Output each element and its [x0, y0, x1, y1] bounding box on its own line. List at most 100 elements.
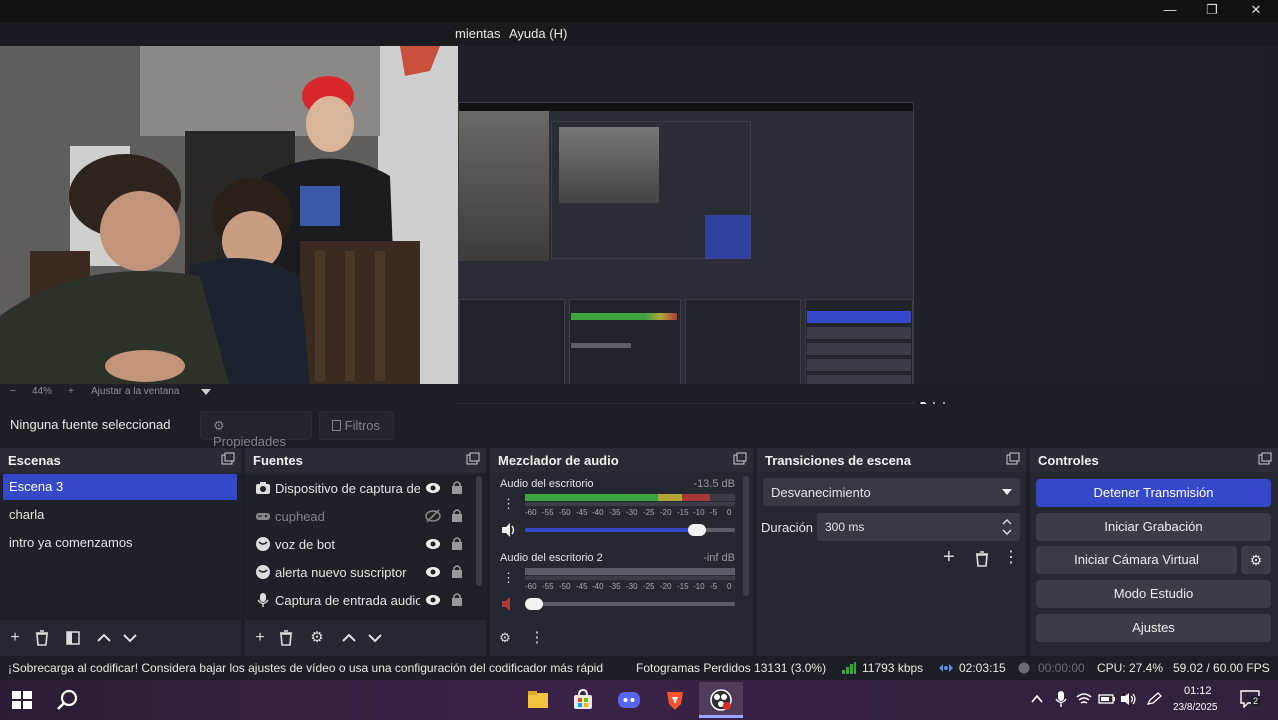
studio-mode-button[interactable]: Modo Estudio — [1036, 580, 1271, 608]
move-up-icon[interactable] — [340, 629, 358, 647]
visibility-eye-icon[interactable] — [425, 565, 441, 579]
menu-item-tools[interactable]: mientas — [455, 26, 501, 41]
db-scale-tick: 0 — [727, 508, 732, 517]
volume-icon[interactable] — [1120, 692, 1138, 706]
volume-slider[interactable] — [525, 524, 735, 536]
scenes-dock: Escenas Escena 3 charla intro ya comenza… — [0, 448, 241, 656]
filters-button[interactable]: Filtros — [319, 411, 394, 440]
preview-canvas[interactable] — [0, 46, 1258, 423]
volume-knob[interactable] — [688, 524, 706, 536]
settings-button[interactable]: Ajustes — [1036, 614, 1271, 642]
mixer-menu-icon[interactable]: ⋮ — [528, 629, 546, 647]
channel-menu-icon[interactable]: ⋮ — [502, 496, 515, 512]
move-up-icon[interactable] — [95, 629, 113, 647]
menu-item-help[interactable]: Ayuda (H) — [509, 26, 567, 41]
volume-knob[interactable] — [525, 598, 543, 610]
source-row[interactable]: Captura de entrada audio — [247, 586, 472, 614]
trash-icon[interactable] — [277, 629, 295, 647]
start-virtual-camera-button[interactable]: Iniciar Cámara Virtual — [1036, 546, 1237, 574]
chevron-down-icon[interactable] — [201, 389, 211, 396]
channel-menu-icon[interactable]: ⋮ — [502, 570, 515, 586]
clock-date[interactable]: 23/8/2025 — [1173, 702, 1218, 713]
microphone-icon — [257, 593, 269, 607]
minimize-button[interactable]: — — [1148, 0, 1192, 22]
filter-panel-icon[interactable] — [64, 629, 82, 647]
windows-start-icon[interactable] — [10, 688, 34, 712]
search-icon[interactable] — [56, 688, 80, 712]
dock-undock-icon[interactable] — [1258, 452, 1272, 466]
chevron-down-icon — [1002, 489, 1012, 495]
spin-arrows-icon[interactable] — [1002, 517, 1012, 537]
scenes-list: Escena 3 charla intro ya comenzamos — [0, 474, 241, 620]
duration-spinbox[interactable]: 300 ms — [817, 513, 1020, 541]
virtual-camera-gear-icon[interactable]: ⚙ — [1241, 546, 1271, 574]
clock-time[interactable]: 01:12 — [1184, 685, 1212, 697]
microphone-icon[interactable] — [1054, 690, 1068, 708]
store-icon[interactable] — [571, 688, 595, 712]
db-scale-tick: -10 — [693, 508, 705, 517]
scrollbar[interactable] — [476, 476, 482, 586]
encoder-warning: ¡Sobrecarga al codificar! Considera baja… — [8, 661, 604, 675]
add-scene-icon[interactable]: + — [6, 629, 24, 647]
filters-icon — [332, 420, 341, 431]
transition-menu-icon[interactable]: ⋮ — [1003, 547, 1019, 567]
lock-icon[interactable] — [451, 508, 463, 523]
dock-undock-icon[interactable] — [221, 452, 235, 466]
source-row[interactable]: alerta nuevo suscriptor — [247, 558, 472, 586]
notification-center[interactable]: 2 — [1240, 690, 1261, 709]
zoom-out-button[interactable]: − — [10, 386, 16, 397]
lock-icon[interactable] — [451, 564, 463, 579]
move-down-icon[interactable] — [366, 629, 384, 647]
brave-browser-icon[interactable] — [663, 688, 687, 712]
stop-streaming-button[interactable]: Detener Transmisión — [1036, 479, 1271, 507]
source-toolbar: Ninguna fuente seleccionad ⚙ Propiedades… — [0, 404, 1278, 449]
db-scale-tick: -40 — [592, 508, 604, 517]
move-down-icon[interactable] — [121, 629, 139, 647]
trash-icon[interactable] — [33, 629, 51, 647]
zoom-in-button[interactable]: + — [68, 386, 74, 397]
db-scale-tick: -5 — [710, 582, 718, 591]
source-properties-gear-icon[interactable]: ⚙ — [308, 629, 326, 647]
scene-item[interactable]: Escena 3 — [3, 474, 237, 500]
scene-item[interactable]: intro ya comenzamos — [3, 530, 237, 556]
visibility-hidden-icon[interactable] — [425, 509, 441, 523]
tray-chevron-up-icon[interactable] — [1031, 694, 1043, 704]
speaker-icon[interactable] — [500, 522, 518, 538]
lock-icon[interactable] — [451, 592, 463, 607]
speaker-muted-icon[interactable] — [500, 596, 518, 612]
visibility-eye-icon[interactable] — [425, 537, 441, 551]
battery-icon[interactable] — [1098, 692, 1116, 706]
fit-window-dropdown[interactable]: Ajustar a la ventana — [91, 386, 179, 397]
dock-undock-icon[interactable] — [1006, 452, 1020, 466]
file-explorer-icon[interactable] — [526, 688, 550, 712]
properties-button[interactable]: ⚙ Propiedades — [200, 411, 312, 449]
add-transition-icon[interactable]: + — [943, 546, 955, 569]
lock-icon[interactable] — [451, 480, 463, 495]
source-row[interactable]: cuphead — [247, 502, 472, 530]
source-row[interactable]: voz de bot — [247, 530, 472, 558]
dock-undock-icon[interactable] — [733, 452, 747, 466]
lock-icon[interactable] — [451, 536, 463, 551]
taskbar-active-app[interactable] — [699, 682, 743, 718]
discord-icon[interactable] — [617, 688, 641, 712]
transition-select[interactable]: Desvanecimiento — [763, 478, 1020, 506]
source-row[interactable]: Dispositivo de captura de — [247, 474, 472, 502]
pen-icon[interactable] — [1146, 692, 1162, 706]
trash-icon[interactable] — [973, 550, 991, 568]
scene-item[interactable]: charla — [3, 502, 237, 528]
db-scale-tick: -10 — [693, 582, 705, 591]
wifi-icon[interactable] — [1076, 692, 1092, 706]
volume-slider[interactable] — [525, 598, 735, 610]
maximize-button[interactable]: ❐ — [1190, 0, 1234, 22]
scrollbar[interactable] — [743, 476, 749, 596]
start-recording-button[interactable]: Iniciar Grabación — [1036, 513, 1271, 541]
db-scale-tick: -60 — [525, 508, 537, 517]
advanced-audio-gear-icon[interactable]: ⚙ — [496, 629, 514, 647]
controls-title: Controles — [1030, 448, 1278, 472]
dock-undock-icon[interactable] — [466, 452, 480, 466]
visibility-eye-icon[interactable] — [425, 481, 441, 495]
nested-obs-capture — [349, 102, 914, 423]
add-source-icon[interactable]: + — [251, 629, 269, 647]
close-button[interactable]: ✕ — [1234, 0, 1278, 22]
visibility-eye-icon[interactable] — [425, 593, 441, 607]
